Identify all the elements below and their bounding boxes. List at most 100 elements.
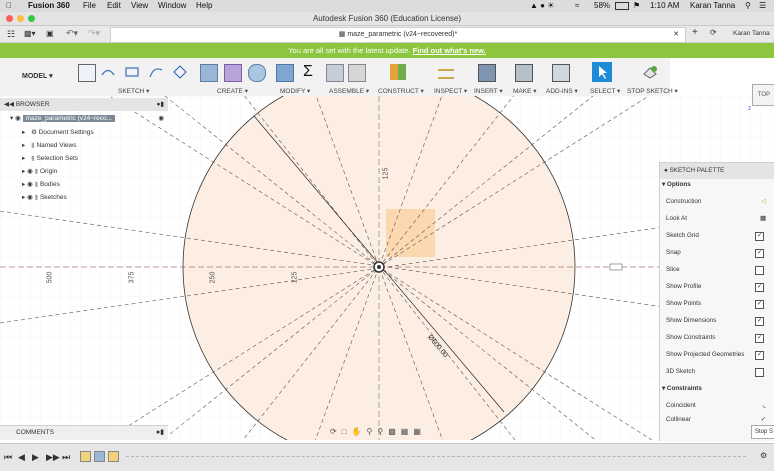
- zoom-window-icon[interactable]: ⚲: [377, 427, 388, 436]
- undo-icon[interactable]: ↶▾: [66, 28, 78, 39]
- menu-edit[interactable]: Edit: [107, 1, 121, 10]
- expand-arrow-icon[interactable]: ▸: [22, 129, 25, 136]
- options-section-header[interactable]: ▾ Options: [662, 177, 768, 193]
- comments-panel[interactable]: COMMENTS ●▮: [0, 425, 168, 440]
- option-sketch-grid[interactable]: Sketch Grid ✓: [666, 228, 772, 244]
- new-tab-icon[interactable]: +: [692, 27, 698, 38]
- create-sketch-icon[interactable]: [78, 64, 96, 82]
- insert-menu[interactable]: INSERT ▾: [474, 87, 503, 95]
- slice-checkbox[interactable]: [755, 266, 764, 275]
- menu-file[interactable]: File: [83, 1, 96, 10]
- dimension-375[interactable]: 375: [128, 272, 135, 284]
- dimension-125-horizontal[interactable]: 125: [291, 272, 298, 284]
- dimension-250[interactable]: 250: [209, 272, 216, 284]
- show-constraints-checkbox[interactable]: ✓: [755, 334, 764, 343]
- show-profile-checkbox[interactable]: ✓: [755, 283, 764, 292]
- option-show-dimensions[interactable]: Show Dimensions ✓: [666, 313, 772, 329]
- joint-icon[interactable]: [348, 64, 366, 82]
- document-tab[interactable]: ▦ maze_parametric (v24~recovered)* ✕: [110, 27, 686, 42]
- play-icon[interactable]: ▶: [32, 452, 39, 463]
- save-icon[interactable]: ▣: [46, 29, 54, 38]
- panel-options-icon[interactable]: ●▮: [156, 98, 164, 111]
- browser-item-origin[interactable]: ▸ ◉ ▮ Origin: [0, 165, 57, 178]
- option-3d-sketch[interactable]: 3D Sketch: [666, 364, 772, 380]
- browser-item-document-settings[interactable]: ▸ ⚙ Document Settings: [0, 126, 94, 139]
- assemble-menu[interactable]: ASSEMBLE ▾: [329, 87, 369, 95]
- select-menu[interactable]: SELECT ▾: [590, 87, 620, 95]
- menu-view[interactable]: View: [131, 1, 148, 10]
- account-name[interactable]: Karan Tanna: [733, 30, 770, 37]
- grid-menu-icon[interactable]: ☷: [7, 29, 15, 40]
- timeline-settings-icon[interactable]: ⚙: [760, 451, 767, 460]
- flag-icon[interactable]: ⚑: [633, 1, 640, 10]
- browser-item-named-views[interactable]: ▸ ▮ Named Views: [0, 139, 76, 152]
- timeline-sketch-feature-icon[interactable]: [108, 451, 119, 462]
- battery-icon[interactable]: [615, 2, 629, 10]
- go-to-end-icon[interactable]: ⏭: [62, 452, 70, 463]
- lightbulb-icon[interactable]: ◉: [27, 181, 33, 188]
- browser-item-sketches[interactable]: ▸ ◉ ▮ Sketches: [0, 191, 67, 204]
- new-component-icon[interactable]: [326, 64, 344, 82]
- lightbulb-icon[interactable]: ◉: [27, 168, 33, 175]
- expand-arrow-icon[interactable]: ▸: [22, 181, 25, 188]
- extrude-icon[interactable]: [200, 64, 218, 82]
- snap-checkbox[interactable]: ✓: [755, 249, 764, 258]
- expand-arrow-icon[interactable]: ▸: [22, 194, 25, 201]
- dimension-500[interactable]: 500: [46, 272, 53, 284]
- app-menu[interactable]: Fusion 360: [28, 1, 70, 10]
- close-tab-icon[interactable]: ✕: [673, 28, 679, 42]
- browser-item-bodies[interactable]: ▸ ◉ ▮ Bodies: [0, 178, 60, 191]
- create-menu[interactable]: CREATE ▾: [217, 87, 248, 95]
- make-menu[interactable]: MAKE ▾: [513, 87, 537, 95]
- inspect-menu[interactable]: INSPECT ▾: [434, 87, 467, 95]
- step-forward-icon[interactable]: ▶▶: [46, 452, 60, 463]
- redo-icon[interactable]: ↷▾: [88, 28, 100, 39]
- orbit-icon[interactable]: ⟳: [330, 427, 342, 436]
- 3d-sketch-checkbox[interactable]: [755, 368, 764, 377]
- addins-menu[interactable]: ADD-INS ▾: [546, 87, 578, 95]
- close-window-button[interactable]: [6, 15, 13, 22]
- construct-menu[interactable]: CONSTRUCT ▾: [378, 87, 424, 95]
- viewports-icon[interactable]: ▦: [413, 427, 426, 436]
- comments-options-icon[interactable]: ●▮: [156, 428, 164, 436]
- timeline-extrude-feature-icon[interactable]: [94, 451, 105, 462]
- stop-sketch-button[interactable]: Stop S: [751, 425, 774, 439]
- browser-item-selection-sets[interactable]: ▸ ▮ Selection Sets: [0, 152, 78, 165]
- sketch-grid-checkbox[interactable]: ✓: [755, 232, 764, 241]
- lightbulb-icon[interactable]: ◉: [27, 194, 33, 201]
- browser-root[interactable]: ▾ ◉ maze_parametric (v24~reco... ◉: [0, 112, 168, 125]
- option-show-projected-geometries[interactable]: Show Projected Geometries ✓: [666, 347, 772, 363]
- grid-settings-icon[interactable]: ▦: [401, 427, 414, 436]
- minimize-window-button[interactable]: [17, 15, 24, 22]
- expand-arrow-icon[interactable]: ▸: [22, 142, 25, 149]
- 3d-print-icon[interactable]: [515, 64, 533, 82]
- show-dimensions-checkbox[interactable]: ✓: [755, 317, 764, 326]
- parameters-sigma-icon[interactable]: Σ: [300, 64, 316, 80]
- option-show-points[interactable]: Show Points ✓: [666, 296, 772, 312]
- look-at-button-icon[interactable]: ▩: [760, 211, 766, 227]
- construction-toggle-icon[interactable]: ◁: [761, 194, 766, 210]
- option-show-constraints[interactable]: Show Constraints ✓: [666, 330, 772, 346]
- option-show-profile[interactable]: Show Profile ✓: [666, 279, 772, 295]
- stop-sketch-menu[interactable]: STOP SKETCH ▾: [627, 87, 678, 95]
- option-snap[interactable]: Snap ✓: [666, 245, 772, 261]
- wifi-icon[interactable]: ≈: [575, 1, 579, 10]
- dimension-125-vertical[interactable]: 125: [382, 168, 389, 180]
- press-pull-icon[interactable]: [276, 64, 294, 82]
- clock[interactable]: 1:10 AM: [650, 1, 679, 10]
- refresh-icon[interactable]: ⟳: [710, 28, 717, 37]
- activate-radio-icon[interactable]: ◉: [158, 112, 164, 125]
- expand-arrow-icon[interactable]: ▸: [22, 168, 25, 175]
- user-name[interactable]: Karan Tanna: [690, 1, 735, 10]
- go-to-start-icon[interactable]: ⏮: [4, 452, 12, 463]
- insert-image-icon[interactable]: [478, 64, 496, 82]
- sketch-menu[interactable]: SKETCH ▾: [118, 87, 149, 95]
- offset-plane-icon[interactable]: [390, 64, 406, 80]
- zoom-window-button[interactable]: [28, 15, 35, 22]
- scripts-icon[interactable]: [552, 64, 570, 82]
- timeline-sketch-feature-icon[interactable]: [80, 451, 91, 462]
- display-settings-icon[interactable]: ▩: [388, 427, 401, 436]
- cylinder-icon[interactable]: [248, 64, 266, 82]
- menu-help[interactable]: Help: [196, 1, 212, 10]
- expand-arrow-icon[interactable]: ▾: [10, 115, 13, 122]
